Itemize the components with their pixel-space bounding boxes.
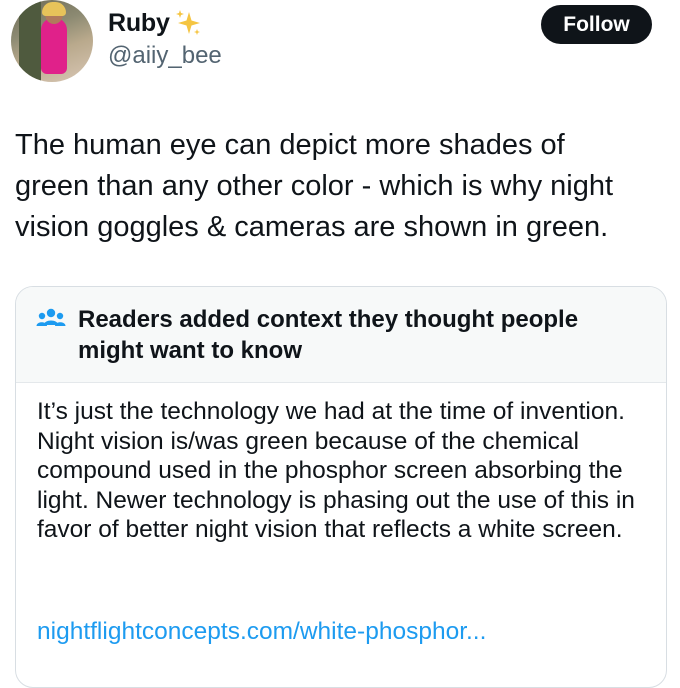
avatar-hair <box>42 2 66 16</box>
community-note: Readers added context they thought peopl… <box>15 286 667 688</box>
author-name[interactable]: Ruby <box>108 9 170 38</box>
community-note-body: It’s just the technology we had at the t… <box>37 398 635 543</box>
avatar[interactable] <box>11 0 93 82</box>
community-note-title: Readers added context they thought peopl… <box>78 306 579 364</box>
community-note-link[interactable]: nightflightconcepts.com/white-phosphor..… <box>37 618 486 646</box>
avatar-background <box>19 0 41 82</box>
author-handle[interactable]: @aiiy_bee <box>108 42 222 70</box>
author-name-row[interactable]: Ruby <box>108 6 203 40</box>
avatar-figure <box>41 18 67 74</box>
sparkles-icon <box>175 10 200 35</box>
people-icon <box>36 308 66 326</box>
community-note-header[interactable]: Readers added context they thought peopl… <box>16 287 666 383</box>
follow-button[interactable]: Follow <box>541 5 652 44</box>
tweet-text: The human eye can depict more shades of … <box>15 129 614 243</box>
